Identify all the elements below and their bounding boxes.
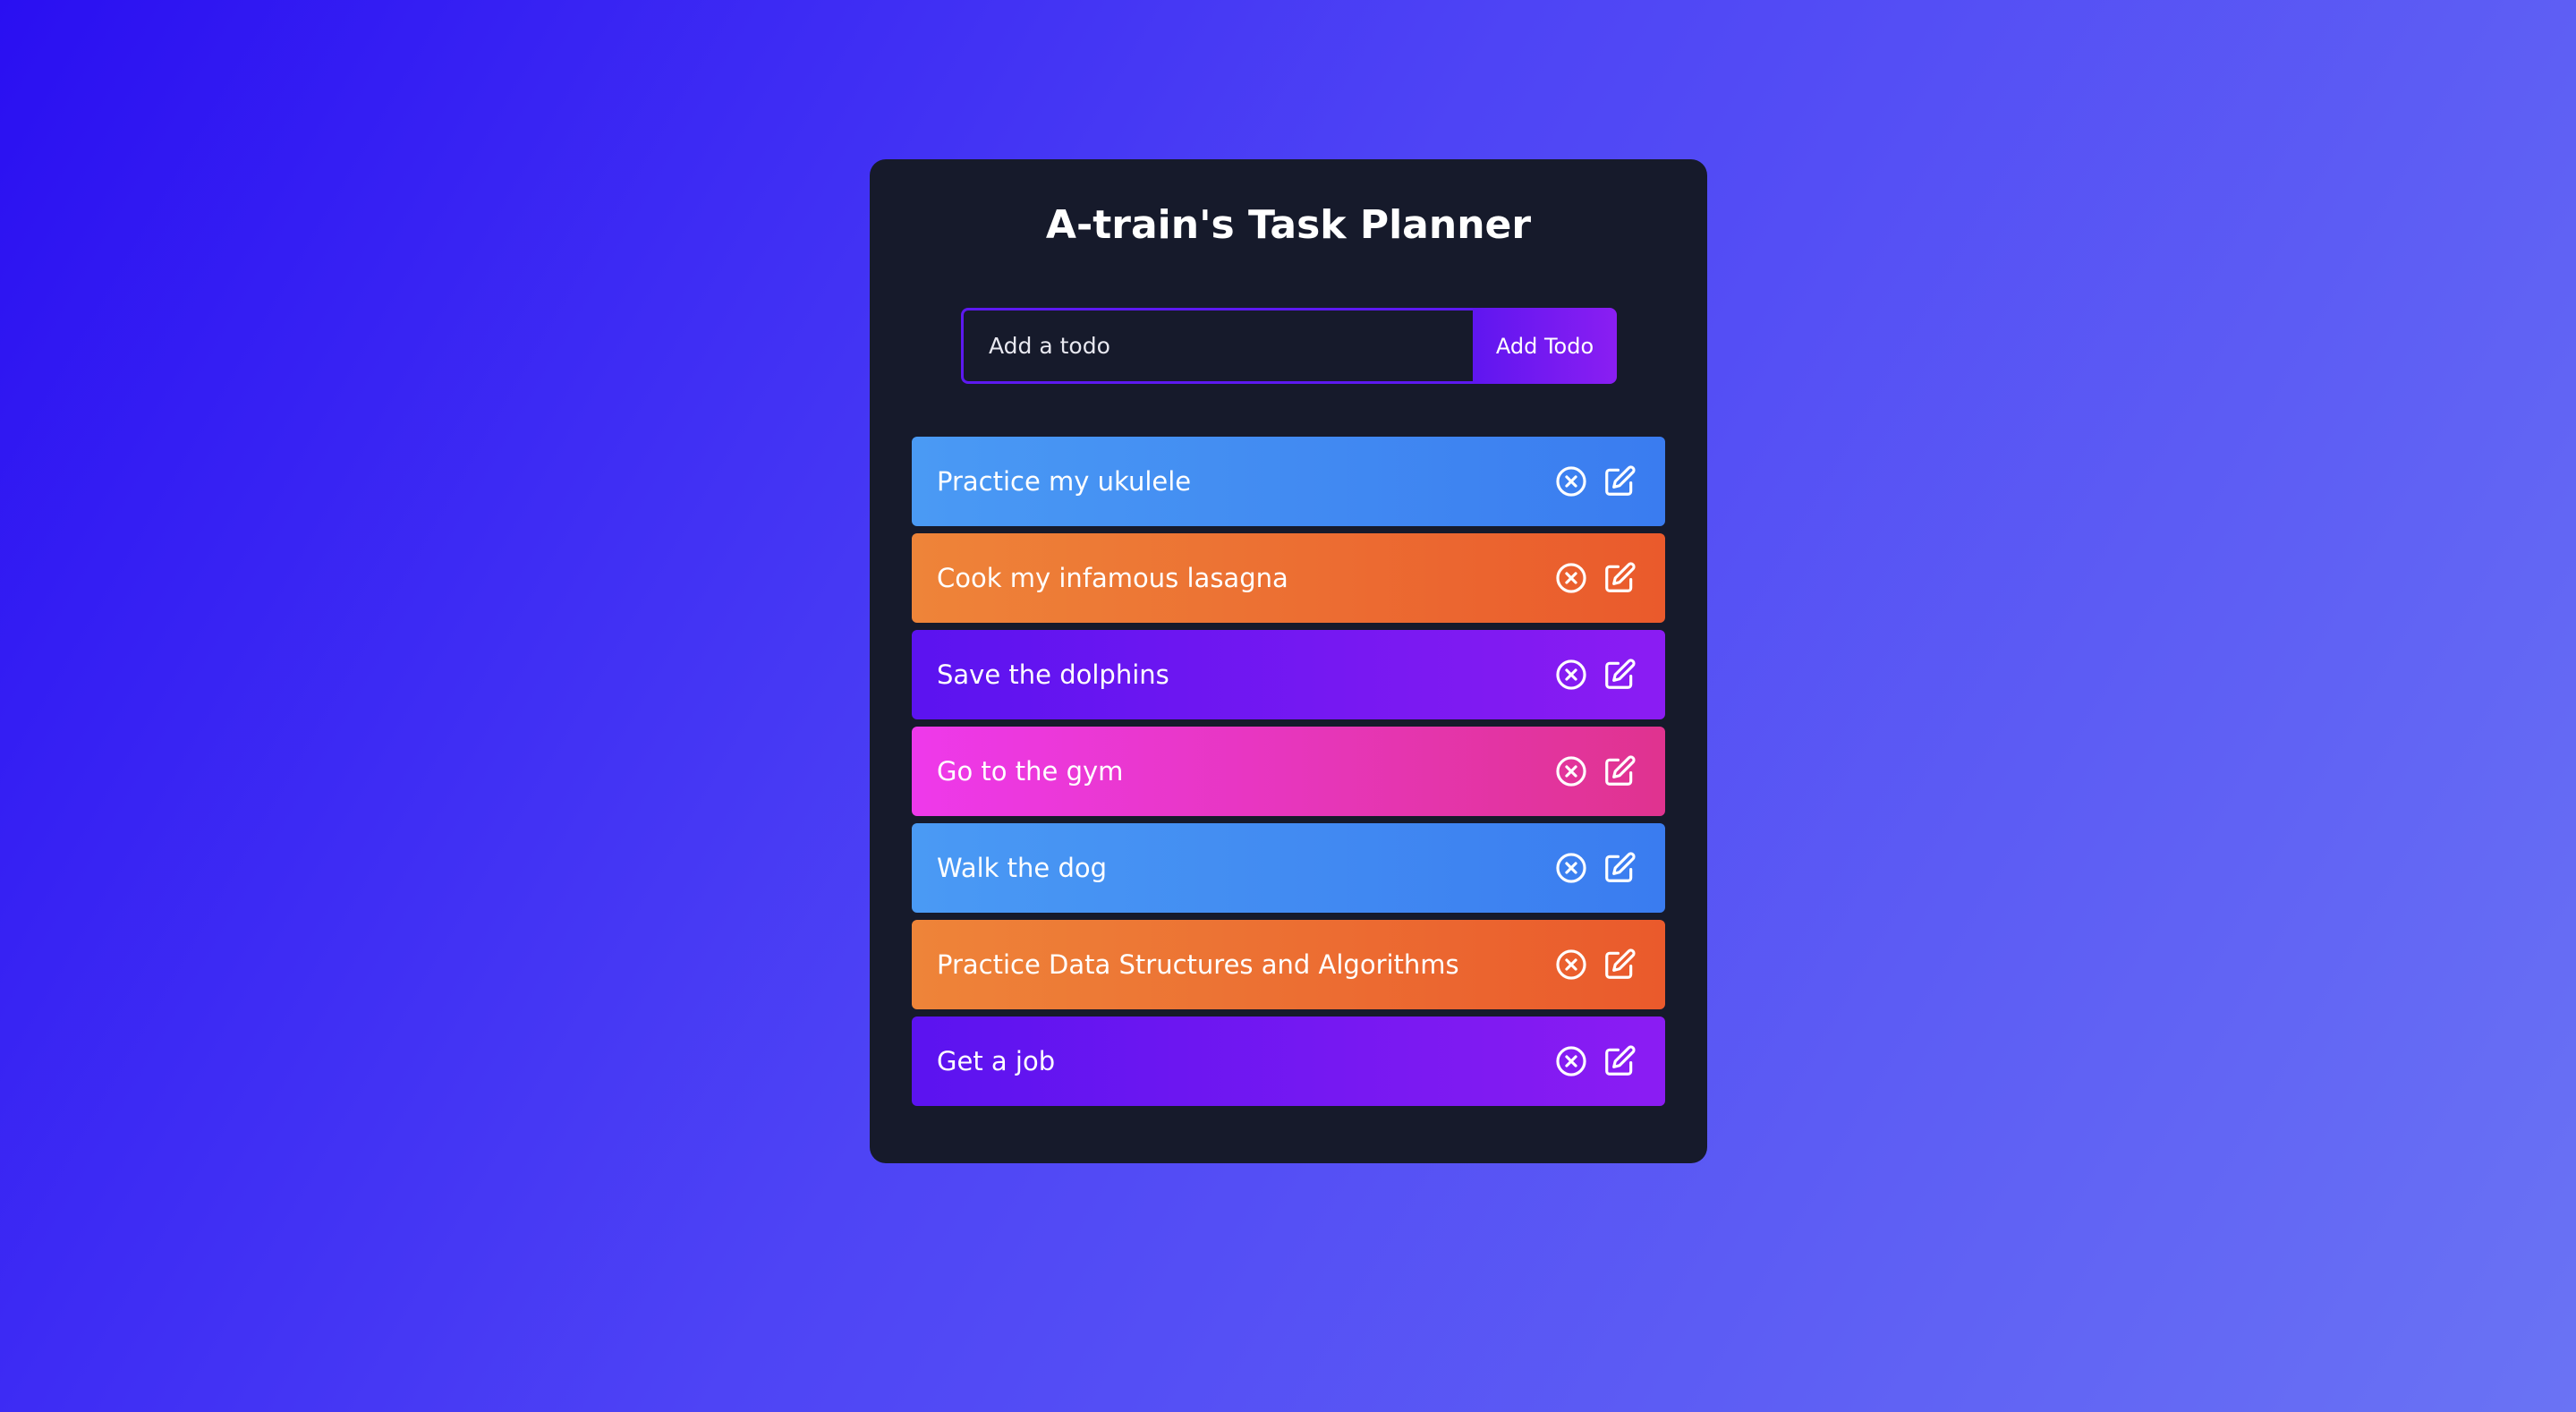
todo-text[interactable]: Practice my ukulele — [937, 466, 1191, 497]
todo-actions — [1554, 561, 1637, 595]
close-circle-icon[interactable] — [1554, 561, 1588, 595]
todo-item: Practice Data Structures and Algorithms — [912, 920, 1665, 1009]
edit-icon[interactable] — [1603, 1044, 1637, 1078]
todo-actions — [1554, 658, 1637, 692]
edit-icon[interactable] — [1603, 948, 1637, 982]
todo-text[interactable]: Walk the dog — [937, 853, 1107, 883]
add-todo-form: Add Todo — [961, 308, 1617, 384]
todo-text[interactable]: Save the dolphins — [937, 659, 1169, 690]
close-circle-icon[interactable] — [1554, 851, 1588, 885]
todo-actions — [1554, 851, 1637, 885]
todo-item: Save the dolphins — [912, 630, 1665, 719]
todo-item: Get a job — [912, 1016, 1665, 1106]
close-circle-icon[interactable] — [1554, 464, 1588, 498]
todo-item: Go to the gym — [912, 727, 1665, 816]
edit-icon[interactable] — [1603, 464, 1637, 498]
todo-actions — [1554, 464, 1637, 498]
todo-app-panel: A-train's Task Planner Add Todo Practice… — [870, 159, 1707, 1163]
edit-icon[interactable] — [1603, 754, 1637, 788]
todo-text[interactable]: Get a job — [937, 1046, 1055, 1076]
close-circle-icon[interactable] — [1554, 658, 1588, 692]
todo-text[interactable]: Practice Data Structures and Algorithms — [937, 949, 1459, 980]
todo-actions — [1554, 948, 1637, 982]
close-circle-icon[interactable] — [1554, 754, 1588, 788]
todo-text[interactable]: Go to the gym — [937, 756, 1123, 787]
todo-item: Cook my infamous lasagna — [912, 533, 1665, 623]
todo-actions — [1554, 754, 1637, 788]
page-title: A-train's Task Planner — [1045, 202, 1532, 248]
close-circle-icon[interactable] — [1554, 948, 1588, 982]
edit-icon[interactable] — [1603, 658, 1637, 692]
todo-list: Practice my ukulele Cook my infamous las… — [912, 437, 1665, 1113]
todo-item: Walk the dog — [912, 823, 1665, 913]
edit-icon[interactable] — [1603, 561, 1637, 595]
todo-text[interactable]: Cook my infamous lasagna — [937, 563, 1288, 593]
edit-icon[interactable] — [1603, 851, 1637, 885]
add-todo-button[interactable]: Add Todo — [1473, 308, 1617, 384]
todo-item: Practice my ukulele — [912, 437, 1665, 526]
close-circle-icon[interactable] — [1554, 1044, 1588, 1078]
todo-actions — [1554, 1044, 1637, 1078]
todo-input[interactable] — [961, 308, 1473, 384]
